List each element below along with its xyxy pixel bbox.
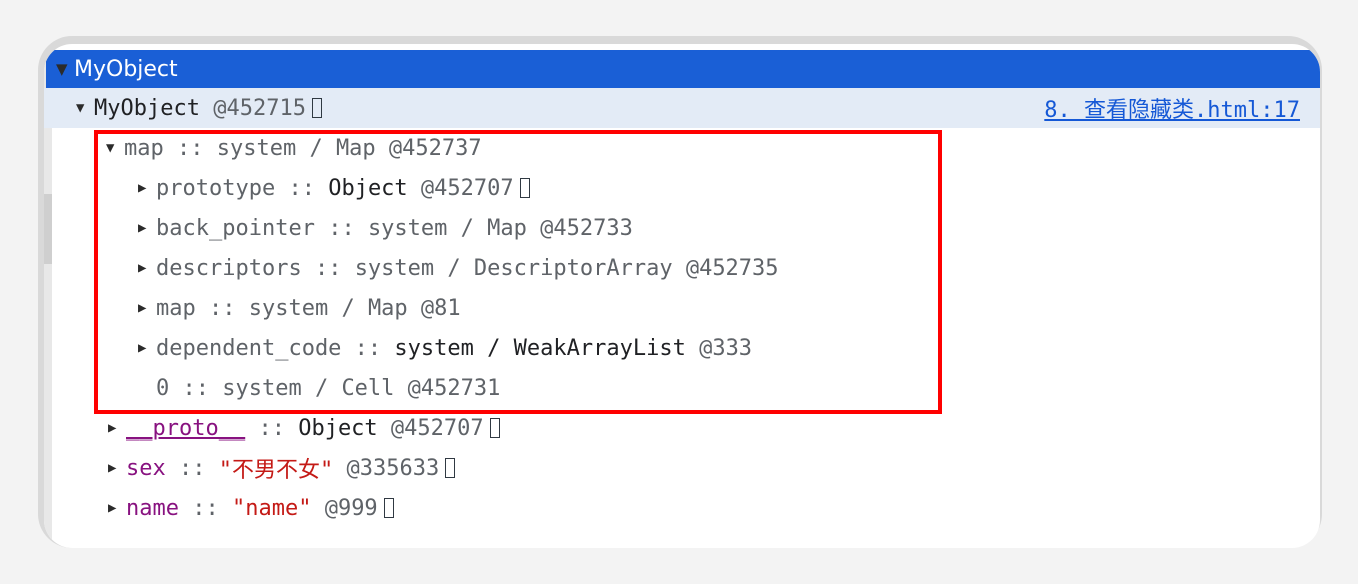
tree-row-sex[interactable]: ▶ sex :: "不男不女" @335633 [44, 448, 1320, 488]
property-type: system / DescriptorArray [354, 255, 673, 281]
constructor-name: MyObject [74, 56, 178, 82]
separator: :: [245, 415, 299, 441]
triangle-right-icon[interactable]: ▶ [138, 260, 156, 276]
property-value: "不男不女" [218, 458, 334, 483]
object-id: @452707 [377, 415, 484, 441]
tree-row-map-inner[interactable]: ▶ map :: system / Map @81 [44, 288, 1320, 328]
property-type: system / Map [248, 295, 408, 321]
separator: :: [178, 495, 232, 521]
property-name: sex [126, 455, 166, 481]
heap-snapshot-panel: ▼ MyObject ▼ MyObject @452715 8. 查看隐藏类.h… [44, 44, 1320, 548]
reveal-box-icon[interactable] [489, 418, 500, 438]
reveal-box-icon[interactable] [383, 498, 394, 518]
reveal-box-icon[interactable] [519, 178, 530, 198]
object-id: @452735 [672, 255, 779, 281]
object-id: @333 [685, 335, 753, 361]
tree-row-proto[interactable]: ▶ __proto__ :: Object @452707 [44, 408, 1320, 448]
object-label: MyObject [94, 95, 200, 121]
triangle-right-icon[interactable]: ▶ [108, 500, 126, 516]
reveal-box-icon[interactable] [445, 458, 456, 478]
triangle-right-icon[interactable]: ▶ [138, 180, 156, 196]
object-id: @335633 [333, 455, 440, 481]
property-name: __proto__ [126, 415, 246, 441]
property-value: "name" [231, 495, 312, 521]
object-id: @81 [407, 295, 461, 321]
property-type: Object [328, 175, 408, 201]
separator: :: [165, 455, 219, 481]
object-id: @999 [311, 495, 378, 521]
separator: :: [301, 255, 355, 281]
tree-row-descriptors[interactable]: ▶ descriptors :: system / DescriptorArra… [44, 248, 1320, 288]
triangle-down-icon[interactable]: ▼ [56, 60, 74, 78]
triangle-down-icon[interactable]: ▼ [106, 140, 124, 156]
triangle-right-icon[interactable]: ▶ [138, 220, 156, 236]
property-type: system / Map [367, 215, 527, 241]
triangle-down-icon[interactable]: ▼ [76, 100, 94, 116]
object-id: @452707 [407, 175, 514, 201]
reveal-box-icon[interactable] [311, 98, 322, 118]
property-type: system / WeakArrayList [394, 335, 686, 361]
separator: :: [163, 135, 217, 161]
tree-row-back-pointer[interactable]: ▶ back_pointer :: system / Map @452733 [44, 208, 1320, 248]
triangle-right-icon[interactable]: ▶ [138, 300, 156, 316]
object-row-root[interactable]: ▼ MyObject @452715 8. 查看隐藏类.html:17 [44, 88, 1320, 128]
triangle-right-icon[interactable]: ▶ [108, 420, 126, 436]
tree-row-cell[interactable]: ▶ 0 :: system / Cell @452731 [44, 368, 1320, 408]
object-id: @452733 [526, 215, 633, 241]
source-link[interactable]: 8. 查看隐藏类.html:17 [1044, 92, 1300, 124]
tree-row-dependent-code[interactable]: ▶ dependent_code :: system / WeakArrayLi… [44, 328, 1320, 368]
property-type: system / Map [216, 135, 376, 161]
property-name: back_pointer [156, 215, 315, 241]
tree-row-name[interactable]: ▶ name :: "name" @999 [44, 488, 1320, 528]
property-name: prototype [156, 175, 276, 201]
property-name: map [124, 135, 164, 161]
property-name: descriptors [156, 255, 302, 281]
tree-row-map[interactable]: ▼ map :: system / Map @452737 [44, 128, 1320, 168]
triangle-right-icon[interactable]: ▶ [138, 340, 156, 356]
object-id: @452715 [213, 95, 306, 121]
separator: :: [169, 375, 223, 401]
tree-row-prototype[interactable]: ▶ prototype :: Object @452707 [44, 168, 1320, 208]
separator: :: [275, 175, 329, 201]
property-type: system / Cell [222, 375, 395, 401]
separator: :: [314, 215, 368, 241]
object-id: @452731 [394, 375, 501, 401]
constructor-row-header[interactable]: ▼ MyObject [46, 50, 1320, 88]
property-name: dependent_code [156, 335, 342, 361]
separator: :: [341, 335, 395, 361]
property-name: map [156, 295, 196, 321]
property-name: 0 [156, 375, 170, 401]
triangle-right-icon[interactable]: ▶ [108, 460, 126, 476]
object-id: @452737 [375, 135, 482, 161]
separator: :: [195, 295, 249, 321]
property-value: Object [298, 415, 378, 441]
property-name: name [126, 495, 179, 521]
